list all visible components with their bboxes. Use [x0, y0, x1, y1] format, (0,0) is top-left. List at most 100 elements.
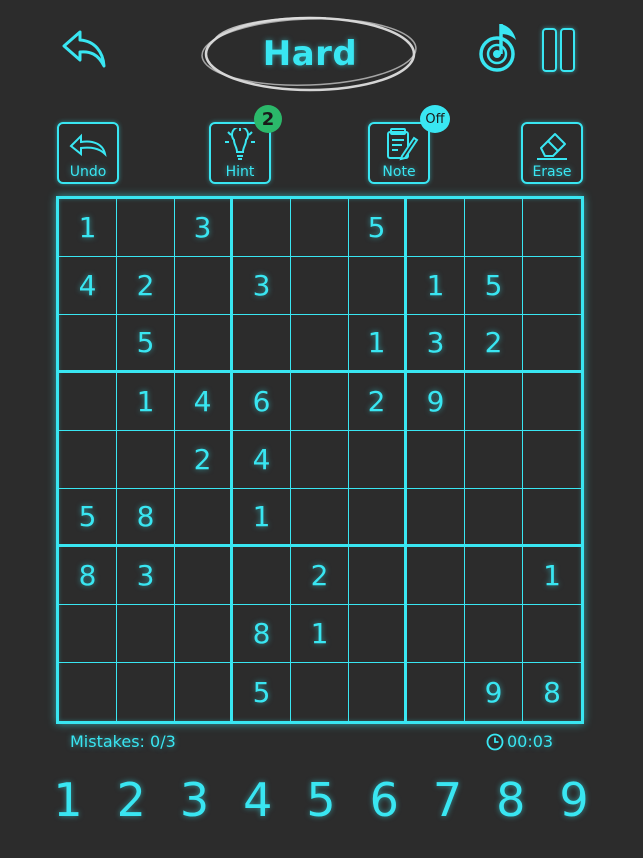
board-cell[interactable]	[465, 605, 523, 663]
board-cell[interactable]	[59, 431, 117, 489]
number-button-9[interactable]: 9	[546, 770, 602, 830]
board-cell[interactable]: 1	[117, 373, 175, 431]
board-cell[interactable]	[117, 663, 175, 721]
board-cell[interactable]	[291, 257, 349, 315]
board-cell[interactable]	[523, 257, 581, 315]
board-cell[interactable]	[349, 547, 407, 605]
board-cell[interactable]	[465, 199, 523, 257]
music-toggle-button[interactable]	[476, 20, 522, 76]
board-cell[interactable]	[291, 663, 349, 721]
board-cell[interactable]	[175, 489, 233, 547]
note-status-badge: Off	[420, 105, 450, 133]
board-cell[interactable]: 1	[233, 489, 291, 547]
board-cell[interactable]	[291, 431, 349, 489]
board-cell[interactable]	[465, 431, 523, 489]
board-cell[interactable]	[407, 605, 465, 663]
board-cell[interactable]	[407, 489, 465, 547]
board-cell[interactable]	[175, 605, 233, 663]
board-cell[interactable]	[407, 663, 465, 721]
board-cell[interactable]	[233, 547, 291, 605]
board-cell[interactable]	[233, 315, 291, 373]
number-button-3[interactable]: 3	[167, 770, 223, 830]
board-cell[interactable]	[523, 605, 581, 663]
board-cell[interactable]	[117, 431, 175, 489]
number-button-4[interactable]: 4	[230, 770, 286, 830]
board-cell[interactable]: 8	[523, 663, 581, 721]
number-button-1[interactable]: 1	[40, 770, 96, 830]
board-cell[interactable]: 1	[407, 257, 465, 315]
pause-button[interactable]	[540, 28, 576, 72]
board-cell[interactable]: 4	[175, 373, 233, 431]
board-cell[interactable]	[117, 199, 175, 257]
undo-button[interactable]: Undo	[57, 122, 119, 184]
board-cell[interactable]: 5	[349, 199, 407, 257]
board-cell[interactable]	[59, 315, 117, 373]
board-cell[interactable]	[523, 431, 581, 489]
board-cell[interactable]	[59, 373, 117, 431]
board-cell[interactable]	[175, 663, 233, 721]
board-cell[interactable]: 3	[117, 547, 175, 605]
board-cell[interactable]	[523, 489, 581, 547]
board-cell[interactable]	[233, 199, 291, 257]
board-cell[interactable]	[291, 315, 349, 373]
board-cell[interactable]: 2	[175, 431, 233, 489]
board-cell[interactable]: 9	[407, 373, 465, 431]
board-cell[interactable]	[175, 315, 233, 373]
board-cell[interactable]	[465, 489, 523, 547]
board-cell[interactable]: 3	[407, 315, 465, 373]
board-cell[interactable]: 1	[59, 199, 117, 257]
board-cell[interactable]	[407, 431, 465, 489]
number-button-6[interactable]: 6	[356, 770, 412, 830]
board-cell[interactable]	[291, 489, 349, 547]
board-cell[interactable]: 2	[349, 373, 407, 431]
board-cell[interactable]	[175, 257, 233, 315]
board-cell[interactable]	[175, 547, 233, 605]
board-cell[interactable]: 5	[117, 315, 175, 373]
note-button[interactable]: Note	[368, 122, 430, 184]
number-button-2[interactable]: 2	[103, 770, 159, 830]
board-cell[interactable]	[407, 199, 465, 257]
board-cell[interactable]: 8	[233, 605, 291, 663]
timer-value: 00:03	[507, 732, 554, 751]
board-cell[interactable]	[349, 257, 407, 315]
board-cell[interactable]	[465, 547, 523, 605]
board-cell[interactable]	[117, 605, 175, 663]
board-cell[interactable]	[523, 373, 581, 431]
board-cell[interactable]	[349, 489, 407, 547]
board-cell[interactable]: 1	[523, 547, 581, 605]
board-cell[interactable]	[59, 663, 117, 721]
board-cell[interactable]: 8	[117, 489, 175, 547]
board-cell[interactable]	[291, 199, 349, 257]
board-cell[interactable]: 5	[465, 257, 523, 315]
board-cell[interactable]: 1	[291, 605, 349, 663]
board-cell[interactable]	[349, 663, 407, 721]
board-cell[interactable]: 4	[233, 431, 291, 489]
board-cell[interactable]: 3	[175, 199, 233, 257]
board-cell[interactable]: 2	[465, 315, 523, 373]
number-button-7[interactable]: 7	[420, 770, 476, 830]
board-cell[interactable]	[349, 605, 407, 663]
board-cell[interactable]: 1	[349, 315, 407, 373]
board-cell[interactable]	[59, 605, 117, 663]
board-cell[interactable]: 2	[117, 257, 175, 315]
board-cell[interactable]: 2	[291, 547, 349, 605]
board-cell[interactable]	[291, 373, 349, 431]
board-cell[interactable]: 4	[59, 257, 117, 315]
board-cell[interactable]: 5	[59, 489, 117, 547]
board-cell[interactable]: 8	[59, 547, 117, 605]
board-cell[interactable]: 9	[465, 663, 523, 721]
board-cell[interactable]: 3	[233, 257, 291, 315]
board-cell[interactable]	[407, 547, 465, 605]
board-cell[interactable]	[465, 373, 523, 431]
number-button-8[interactable]: 8	[483, 770, 539, 830]
number-button-5[interactable]: 5	[293, 770, 349, 830]
back-button[interactable]	[58, 26, 110, 72]
board-cell[interactable]	[523, 315, 581, 373]
erase-button[interactable]: Erase	[521, 122, 583, 184]
lightbulb-icon	[225, 128, 255, 160]
board-cell[interactable]	[349, 431, 407, 489]
board-cell[interactable]	[523, 199, 581, 257]
board-cell[interactable]: 5	[233, 663, 291, 721]
difficulty-label: Hard	[262, 34, 358, 74]
board-cell[interactable]: 6	[233, 373, 291, 431]
